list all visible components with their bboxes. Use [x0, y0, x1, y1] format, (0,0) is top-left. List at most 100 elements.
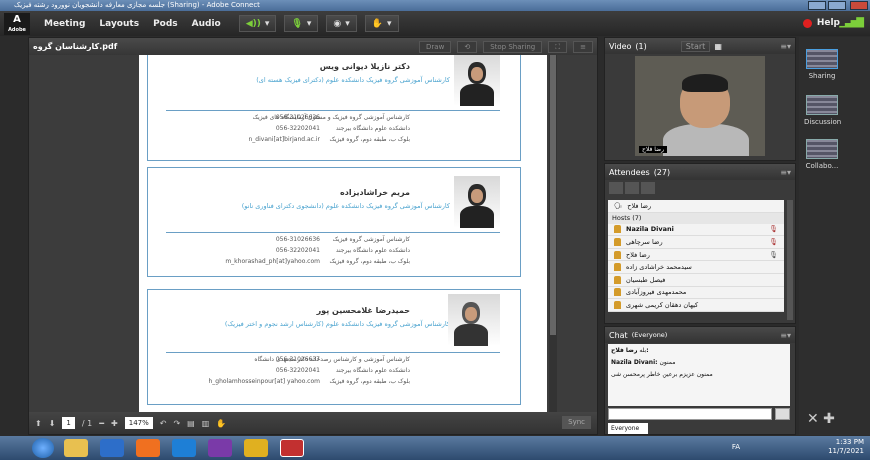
- chrome-icon[interactable]: [244, 439, 268, 457]
- attendees-count: (27): [653, 167, 671, 177]
- staff-email: h_gholamhosseinpour[at] yahoo.com: [208, 378, 320, 385]
- staff-phone: 056-31026636: [275, 236, 320, 243]
- pod-menu-icon[interactable]: ≡▾: [780, 42, 791, 51]
- layout-discussion[interactable]: Discussion: [804, 95, 841, 126]
- send-message-icon[interactable]: [775, 408, 790, 420]
- firefox-icon[interactable]: [136, 439, 160, 457]
- menu-meeting[interactable]: Meeting: [44, 19, 85, 29]
- outlook-icon[interactable]: [100, 439, 124, 457]
- next-page-icon[interactable]: ⬇: [49, 419, 56, 428]
- document-scrollbar[interactable]: [549, 55, 557, 414]
- pod-menu-icon[interactable]: ≡▾: [780, 331, 791, 340]
- share-pod: کارشناسان گروه.pdf Draw ⟲ Stop Sharing ⛶…: [28, 37, 598, 435]
- page-number-input[interactable]: 1: [62, 417, 75, 429]
- fit-page-icon[interactable]: ▤: [187, 419, 195, 428]
- connection-signal-icon: ▁▃▅▇: [839, 17, 864, 28]
- hosts-group-header[interactable]: Hosts (7): [608, 212, 784, 224]
- recording-indicator-icon[interactable]: [803, 19, 812, 28]
- layouts-rail: Sharing Discussion Collabo... ✕ ✚: [799, 37, 870, 435]
- window-title: جلسه مجازی معارفه دانشجویان نوورود رشته …: [14, 1, 260, 9]
- previous-page-icon[interactable]: ⬆: [35, 419, 42, 428]
- grid-view-icon[interactable]: ▦: [714, 42, 722, 51]
- breakout-view-icon[interactable]: [625, 182, 639, 194]
- clock-time: 1:33 PM: [835, 438, 864, 446]
- sync-button[interactable]: Sync: [562, 416, 591, 429]
- menu-layouts[interactable]: Layouts: [99, 19, 139, 29]
- staff-email: n_divani[at]birjand.ac.ir: [248, 136, 320, 143]
- attendees-view-toolbar: [605, 180, 795, 196]
- speaker-button[interactable]: ◀)) ▾: [238, 15, 277, 32]
- page-total: / 1: [81, 418, 93, 428]
- layout-sharing[interactable]: Sharing: [804, 49, 840, 80]
- maximize-button[interactable]: [828, 1, 846, 10]
- layout-collaboration[interactable]: Collabo...: [804, 139, 840, 170]
- media-player-icon[interactable]: [208, 439, 232, 457]
- list-item[interactable]: سیدمحمد خراشادی زاده: [608, 261, 784, 274]
- staff-phone: 056-31026637: [275, 356, 320, 363]
- list-item[interactable]: Nazila Divani 🎙: [608, 223, 784, 237]
- language-indicator[interactable]: FA: [732, 443, 740, 451]
- staff-card: حمیدرضا غلامحسین پور کارشناس آموزشی گروه…: [147, 289, 521, 405]
- start-webcam-button[interactable]: Start: [680, 40, 711, 52]
- user-status-icon: 🗣: [614, 201, 623, 210]
- chat-title: Chat: [609, 330, 628, 340]
- stop-sharing-button[interactable]: Stop Sharing: [483, 40, 543, 53]
- zoom-out-icon[interactable]: ━: [99, 419, 104, 428]
- add-layout-icon[interactable]: ✕ ✚: [807, 411, 835, 427]
- video-pod-title: Video: [609, 41, 632, 51]
- pod-menu-icon[interactable]: ≡: [573, 40, 593, 53]
- close-button[interactable]: [850, 1, 868, 10]
- zoom-in-icon[interactable]: ✚: [111, 419, 118, 428]
- list-item[interactable]: فیصل طبسیان: [608, 273, 784, 287]
- mic-muted-icon: 🎙: [769, 225, 778, 234]
- list-item[interactable]: کیهان دهقان کریمی شهری: [608, 299, 784, 312]
- staff-card: مریم خراشادیزاده کارشناس آموزشی گروه فیز…: [147, 167, 521, 277]
- sort-icon[interactable]: [641, 182, 655, 194]
- pan-hand-icon[interactable]: ✋: [216, 419, 226, 428]
- file-explorer-icon[interactable]: [64, 439, 88, 457]
- current-user-row[interactable]: 🗣 رضا فلاح: [608, 200, 784, 213]
- rotate-right-icon[interactable]: ↷: [173, 419, 180, 428]
- mic-muted-icon: 🎙: [769, 237, 778, 246]
- attendees-pod: Attendees (27) ≡▾ 🗣 رضا فلاح Hosts (7) Na…: [604, 163, 796, 324]
- list-item[interactable]: رضا فلاح 🎙: [608, 248, 784, 262]
- attendee-scrollbar[interactable]: [787, 200, 793, 320]
- microphone-icon: 🎙: [291, 18, 303, 29]
- undo-icon[interactable]: ⟲: [457, 40, 478, 53]
- staff-photo: [448, 294, 500, 346]
- webcam-button[interactable]: ◉ ▾: [326, 15, 357, 32]
- attendee-list: 🗣 رضا فلاح Hosts (7) Nazila Divani 🎙 رضا س…: [608, 200, 784, 312]
- pdf-document[interactable]: دکتر نازیلا دیوانی ویس کارشناس آموزشی گر…: [139, 55, 547, 413]
- list-item[interactable]: محمدمهدی فیروزآبادی: [608, 286, 784, 300]
- video-pod-header: Video (1) Start ▦ ≡▾: [605, 38, 795, 54]
- fullscreen-icon[interactable]: ⛶: [548, 40, 568, 53]
- list-item[interactable]: رضا سرچاهی 🎙: [608, 236, 784, 249]
- menu-pods[interactable]: Pods: [153, 19, 178, 29]
- microphone-button[interactable]: 🎙 ▾: [284, 15, 319, 32]
- zoom-level-select[interactable]: 147%: [124, 417, 153, 429]
- list-view-icon[interactable]: [609, 182, 623, 194]
- edge-icon[interactable]: [172, 439, 196, 457]
- menu-audio[interactable]: Audio: [192, 19, 221, 29]
- menu-help[interactable]: Help: [817, 11, 840, 36]
- staff-subtitle: کارشناس آموزشی گروه فیزیک دانشکده علوم (…: [241, 202, 450, 210]
- draw-button[interactable]: Draw: [419, 40, 452, 53]
- staff-office: بلوک ب، طبقه دوم، گروه فیزیک: [329, 378, 410, 385]
- attendee-name: رضا فلاح: [626, 250, 650, 259]
- start-button-icon[interactable]: [32, 438, 54, 458]
- staff-phone: 056-31026636: [275, 114, 320, 121]
- system-clock[interactable]: 1:33 PM 11/7/2021: [828, 438, 864, 456]
- chat-message: ممنون عزیزم برعین خاطر پرمحسن شی: [611, 371, 713, 378]
- chevron-down-icon: ▾: [387, 18, 392, 29]
- staff-fax: 056-32202041: [275, 125, 320, 132]
- pod-menu-icon[interactable]: ≡▾: [780, 168, 791, 177]
- rotate-left-icon[interactable]: ↶: [160, 419, 167, 428]
- minimize-button[interactable]: [808, 1, 826, 10]
- attendees-title: Attendees: [609, 167, 650, 177]
- chat-input[interactable]: [608, 408, 772, 420]
- adobe-connect-taskbar-icon[interactable]: [280, 439, 304, 457]
- raise-hand-button[interactable]: ✋ ▾: [364, 15, 399, 32]
- fit-width-icon[interactable]: ▥: [202, 419, 210, 428]
- chat-recipient-select[interactable]: Everyone: [608, 423, 648, 434]
- host-icon: [614, 237, 621, 246]
